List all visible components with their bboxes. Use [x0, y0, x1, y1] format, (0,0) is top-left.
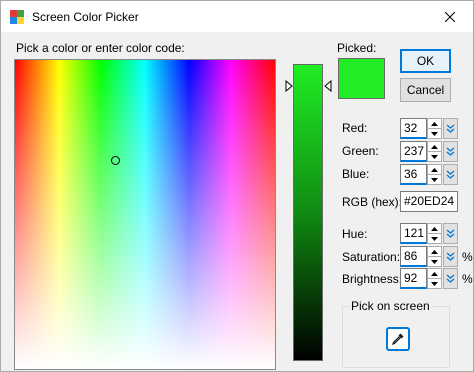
green-spinner[interactable] — [427, 141, 442, 162]
blue-dropdown-button[interactable] — [443, 164, 458, 185]
green-dropdown-button[interactable] — [443, 141, 458, 162]
close-button[interactable] — [427, 1, 473, 32]
double-chevron-down-icon — [446, 124, 455, 133]
spin-down-icon[interactable] — [428, 279, 441, 289]
double-chevron-down-icon — [446, 274, 455, 283]
blue-spinner[interactable] — [427, 164, 442, 185]
spectrum-crosshair[interactable] — [111, 156, 120, 165]
hue-dropdown-button[interactable] — [443, 223, 458, 244]
luminance-slider[interactable] — [293, 64, 323, 361]
brightness-dropdown-button[interactable] — [443, 268, 458, 289]
pick-on-screen-title: Pick on screen — [349, 299, 432, 313]
green-label: Green: — [342, 144, 379, 158]
ok-button[interactable]: OK — [400, 49, 451, 73]
saturation-input[interactable]: 86 — [400, 246, 427, 267]
double-chevron-down-icon — [446, 170, 455, 179]
spin-up-icon[interactable] — [428, 119, 441, 129]
double-chevron-down-icon — [446, 229, 455, 238]
spin-down-icon[interactable] — [428, 234, 441, 244]
saturation-spinner[interactable] — [427, 246, 442, 267]
blue-input[interactable]: 36 — [400, 164, 427, 185]
color-picker-window: Screen Color Picker Pick a color or ente… — [0, 0, 474, 372]
spin-down-icon[interactable] — [428, 257, 441, 267]
double-chevron-down-icon — [446, 147, 455, 156]
red-spinner[interactable] — [427, 118, 442, 139]
hue-label: Hue: — [342, 227, 368, 241]
spin-up-icon[interactable] — [428, 269, 441, 279]
double-chevron-down-icon — [446, 252, 455, 261]
saturation-label: Saturation: — [342, 250, 401, 264]
green-input[interactable]: 237 — [400, 141, 427, 162]
window-title: Screen Color Picker — [32, 10, 139, 24]
brightness-unit: % — [462, 272, 473, 286]
spin-up-icon[interactable] — [428, 165, 441, 175]
color-wheel-icon — [10, 10, 24, 24]
brightness-input[interactable]: 92 — [400, 268, 427, 289]
spin-up-icon[interactable] — [428, 247, 441, 257]
pick-on-screen-button[interactable] — [386, 327, 410, 351]
spin-down-icon[interactable] — [428, 175, 441, 185]
rgb-hex-label: RGB (hex): — [342, 195, 403, 209]
saturation-dropdown-button[interactable] — [443, 246, 458, 267]
red-input[interactable]: 32 — [400, 118, 427, 139]
close-icon — [445, 11, 455, 22]
rgb-hex-input[interactable]: #20ED24 — [400, 191, 458, 212]
red-dropdown-button[interactable] — [443, 118, 458, 139]
brightness-label: Brightness: — [342, 272, 403, 286]
spin-down-icon[interactable] — [428, 152, 441, 162]
red-label: Red: — [342, 121, 368, 135]
spin-up-icon[interactable] — [428, 142, 441, 152]
brightness-spinner[interactable] — [427, 268, 442, 289]
eyedropper-icon — [392, 333, 404, 345]
spin-up-icon[interactable] — [428, 224, 441, 234]
blue-label: Blue: — [342, 167, 370, 181]
saturation-unit: % — [462, 250, 473, 264]
title-bar: Screen Color Picker — [1, 1, 473, 32]
cancel-button[interactable]: Cancel — [400, 78, 451, 102]
picked-label: Picked: — [337, 41, 377, 55]
luminance-arrow-left-icon[interactable] — [285, 80, 293, 92]
hue-spinner[interactable] — [427, 223, 442, 244]
spin-down-icon[interactable] — [428, 129, 441, 139]
color-spectrum[interactable] — [14, 59, 276, 370]
pick-color-label: Pick a color or enter color code: — [16, 41, 185, 55]
hue-input[interactable]: 121 — [400, 223, 427, 244]
picked-color-swatch — [338, 58, 385, 99]
luminance-arrow-right-icon[interactable] — [324, 80, 332, 92]
